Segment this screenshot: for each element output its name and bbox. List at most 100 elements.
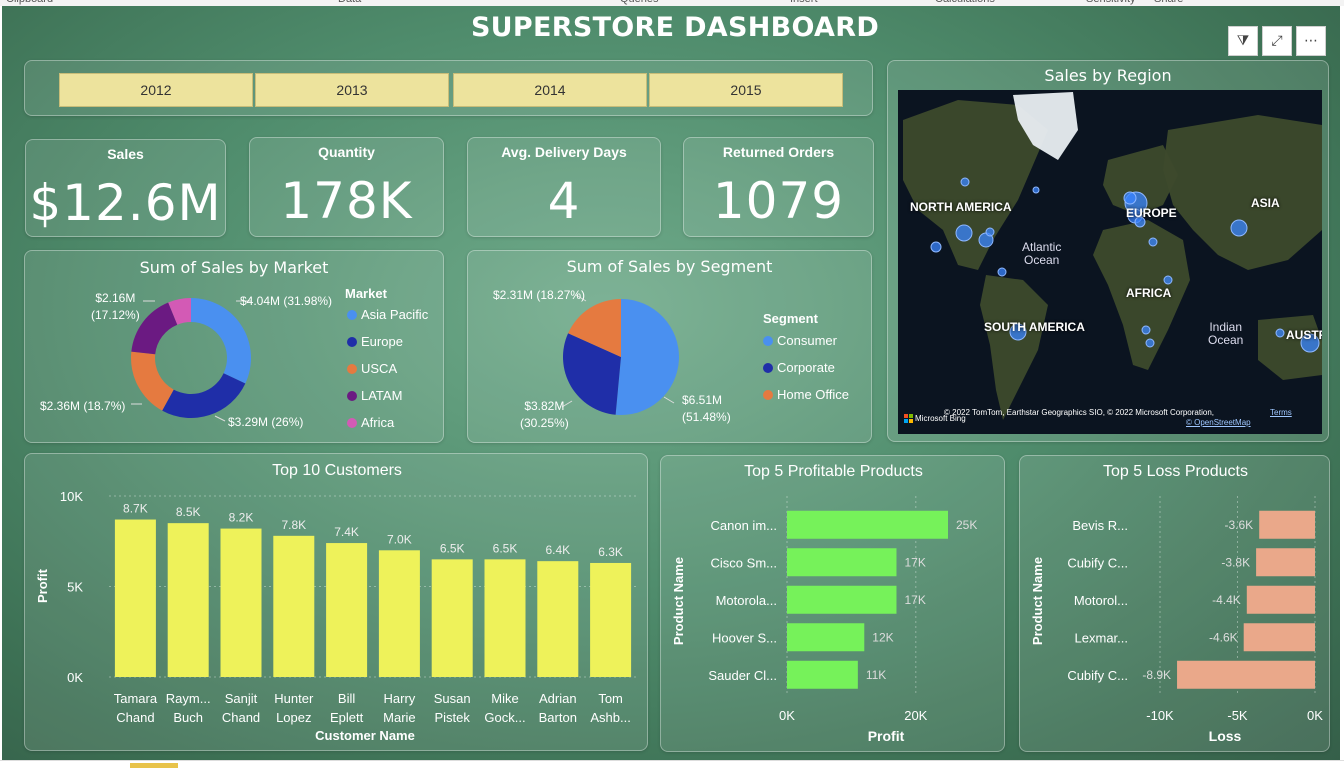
slice-label-europe: $3.29M (26%): [228, 415, 304, 429]
bar-bevis-r[interactable]: [1259, 510, 1315, 539]
legend-item-europe[interactable]: Europe: [347, 334, 403, 349]
x-tick-label: Bill: [338, 691, 355, 706]
bar-sauder-cl[interactable]: [787, 660, 858, 689]
terms-link[interactable]: Terms: [1270, 408, 1292, 417]
legend-item-home-office[interactable]: Home Office: [763, 387, 849, 402]
ocean-label-line: Ocean: [1024, 253, 1060, 267]
legend-label: Consumer: [777, 333, 837, 348]
slice-label-consumer: $6.51M (51.48%): [682, 392, 731, 426]
region-map[interactable]: NORTH AMERICA EUROPE ASIA AFRICA SOUTH A…: [898, 90, 1322, 434]
region-bubble[interactable]: [930, 241, 942, 253]
top-customers-panel: Top 10 Customers 0K 5K 10K Profit Customer Na…: [24, 453, 648, 751]
bar-cubify-c[interactable]: [1256, 548, 1315, 577]
year-button-2014[interactable]: 2014: [453, 73, 647, 107]
legend-label: Corporate: [777, 360, 835, 375]
bar-harry-marie[interactable]: [378, 550, 420, 677]
slice-consumer[interactable]: [615, 299, 680, 415]
top-loss-products-panel: Top 5 Loss Products -10K -5K 0K Loss Product …: [1019, 455, 1330, 752]
bar-hoover-s[interactable]: [787, 623, 865, 652]
legend-item-asia-pacific[interactable]: Asia Pacific: [347, 307, 428, 322]
bar-lexmar[interactable]: [1243, 623, 1315, 652]
map-label-australia: AUSTR: [1286, 328, 1322, 342]
legend-dot: [763, 335, 773, 346]
region-bubble[interactable]: [955, 224, 973, 242]
top-profitable-products-chart: Top 5 Profitable Products 0K 20K Profit Prod…: [671, 463, 977, 744]
legend-label: Asia Pacific: [361, 307, 429, 322]
x-tick-label: -10K: [1146, 708, 1174, 723]
region-bubble[interactable]: [1032, 186, 1040, 194]
data-label: -3.8K: [1221, 555, 1250, 569]
microsoft-logo-icon: [904, 414, 913, 423]
x-tick-label: 0K: [779, 708, 795, 723]
data-label: 7.4K: [334, 525, 359, 539]
ribbon-group-calculations: Calculations: [935, 0, 995, 5]
data-label: 8.2K: [229, 511, 254, 525]
bar-cisco-sm[interactable]: [787, 548, 897, 577]
region-bubble[interactable]: [1230, 219, 1248, 237]
bar-tamara-chand[interactable]: [114, 519, 156, 677]
kpi-card-avg-delivery-days: Avg. Delivery Days 4: [467, 137, 661, 237]
kpi-value: 1079: [712, 172, 845, 230]
bar-hunter-lopez[interactable]: [273, 535, 315, 677]
legend-item-corporate[interactable]: Corporate: [763, 360, 835, 375]
region-bubble[interactable]: [1145, 338, 1155, 348]
region-bubble[interactable]: [1275, 328, 1285, 338]
focus-mode-icon[interactable]: ⤢: [1262, 26, 1292, 56]
year-button-2013[interactable]: 2013: [255, 73, 449, 107]
bar-sanjit-chand[interactable]: [220, 528, 262, 677]
openstreetmap-link[interactable]: © OpenStreetMap: [1186, 418, 1251, 427]
region-bubble[interactable]: [985, 227, 995, 237]
ribbon-group-sensitivity: Sensitivity: [1086, 0, 1136, 5]
data-label: 6.4K: [545, 543, 570, 557]
legend-dot: [347, 363, 357, 374]
data-label: 8.5K: [176, 505, 201, 519]
more-options-icon[interactable]: ⋯: [1296, 26, 1326, 56]
y-axis-label: Product Name: [671, 557, 686, 645]
map-label-south-america: SOUTH AMERICA: [984, 320, 1085, 334]
bar-raym-buch[interactable]: [167, 523, 209, 677]
x-tick-label: Gock...: [484, 710, 525, 725]
year-button-2012[interactable]: 2012: [59, 73, 253, 107]
bar-mike-gock[interactable]: [484, 559, 526, 677]
legend-item-consumer[interactable]: Consumer: [763, 333, 837, 348]
region-bubble[interactable]: [997, 267, 1007, 277]
slice-europe[interactable]: [162, 373, 246, 418]
y-tick-label: 10K: [60, 489, 83, 504]
bar-tom-ashb[interactable]: [590, 562, 632, 677]
x-tick-label: 0K: [1307, 708, 1323, 723]
data-label: 12K: [872, 630, 893, 644]
active-page-tab[interactable]: [130, 763, 178, 768]
legend-item-usca[interactable]: USCA: [347, 361, 397, 376]
map-label-indian-ocean: Indian Ocean: [1208, 321, 1243, 347]
year-slicer: 2012 2013 2014 2015: [24, 60, 873, 116]
data-label: 6.5K: [493, 541, 518, 555]
data-label: 17K: [904, 593, 925, 607]
region-bubble[interactable]: [960, 177, 970, 187]
bar-motorol[interactable]: [1246, 585, 1315, 614]
bar-susan-pistek[interactable]: [431, 559, 473, 677]
legend-label: LATAM: [361, 388, 403, 403]
region-bubble[interactable]: [1123, 191, 1137, 205]
world-map-image: [898, 90, 1322, 434]
x-tick-label: Harry: [384, 691, 416, 706]
region-bubble[interactable]: [1141, 325, 1151, 335]
region-bubble[interactable]: [1163, 275, 1173, 285]
legend-item-latam[interactable]: LATAM: [347, 388, 402, 403]
legend-item-africa[interactable]: Africa: [347, 415, 394, 430]
kpi-card-returned-orders: Returned Orders 1079: [683, 137, 874, 237]
legend-title: Market: [345, 286, 387, 301]
x-tick-label: Chand: [116, 710, 154, 725]
bar-motorola[interactable]: [787, 585, 897, 614]
bar-cubify-c[interactable]: [1177, 660, 1315, 689]
page-tabs-strip: [0, 760, 1344, 768]
year-button-2015[interactable]: 2015: [649, 73, 843, 107]
bar-adrian-barton[interactable]: [537, 561, 579, 677]
region-bubble[interactable]: [1148, 237, 1158, 247]
filter-icon[interactable]: ⧩: [1228, 26, 1258, 56]
y-tick-label: 5K: [67, 580, 83, 595]
bar-canon-im[interactable]: [787, 510, 948, 539]
bar-bill-eplett[interactable]: [326, 543, 368, 677]
slice-asia-pacific[interactable]: [191, 298, 252, 384]
slice-label-corporate: $3.82M (30.25%): [520, 398, 569, 432]
y-tick-label: Canon im...: [711, 518, 777, 533]
